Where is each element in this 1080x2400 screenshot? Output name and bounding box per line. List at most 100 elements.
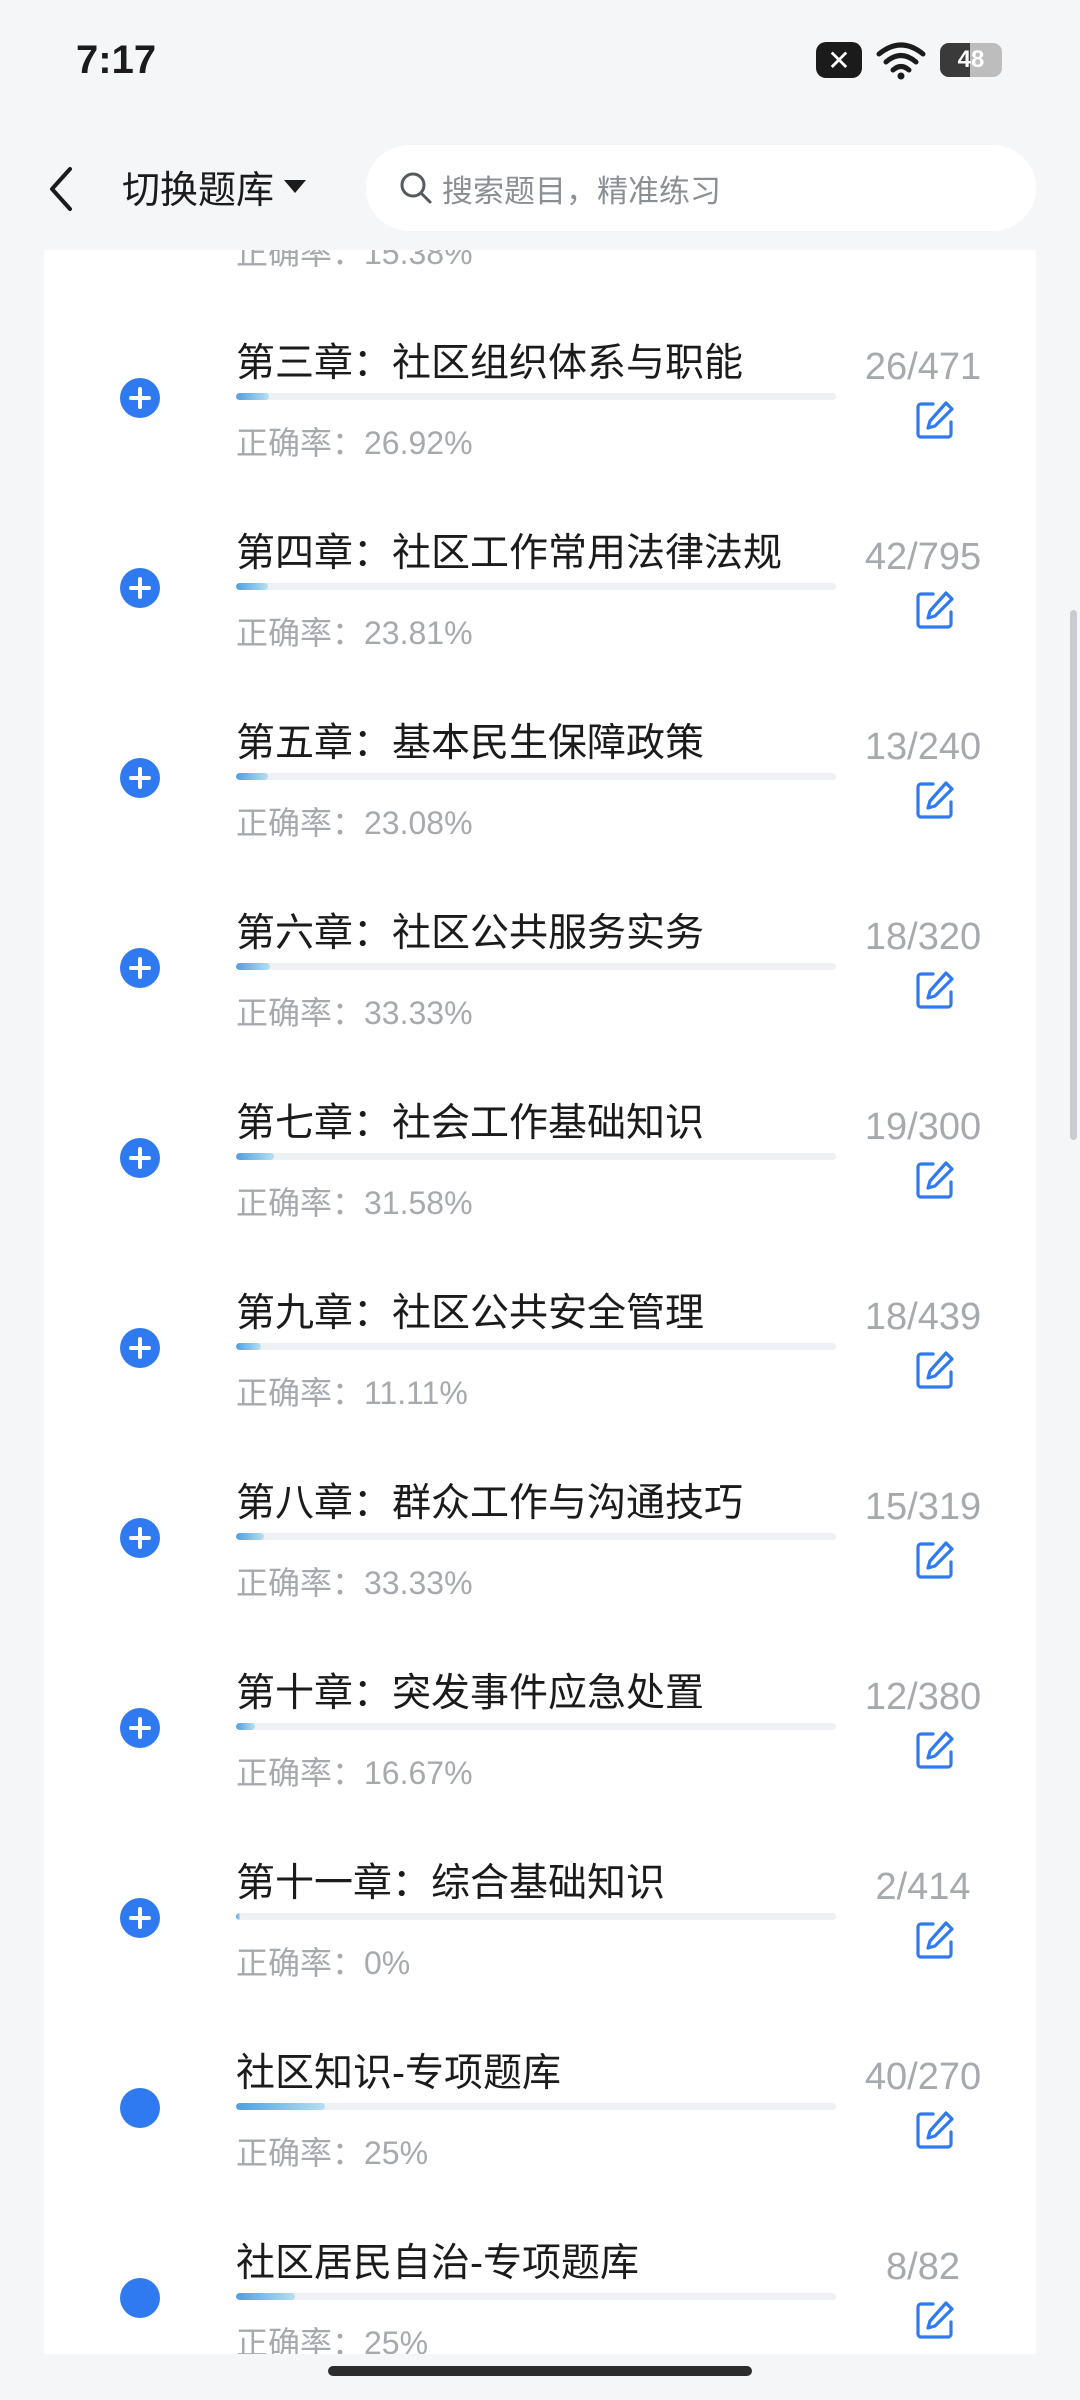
answered-count: 18/320 (864, 916, 982, 958)
progress-bar (236, 1533, 836, 1540)
search-icon (400, 172, 432, 204)
practice-edit-icon[interactable] (913, 1348, 957, 1392)
chapter-list: 正确率：15.38% 第三章：社区组织体系与职能 正确率：26.92% 26/471 第… (44, 250, 1036, 2354)
accuracy-text: 正确率：16.67% (236, 1755, 473, 1791)
progress-bar (236, 773, 836, 780)
accuracy-text: 正确率：26.92% (236, 425, 473, 461)
battery-icon: 48 (940, 43, 1002, 77)
answered-count: 19/300 (864, 1106, 982, 1148)
status-time: 7:17 (76, 38, 157, 82)
chapter-row[interactable]: 第三章：社区组织体系与职能正确率：26.92% 26/471 (44, 300, 1036, 490)
chapter-title: 第十一章：综合基础知识 (236, 1862, 666, 1905)
expand-plus-icon[interactable] (120, 1708, 160, 1748)
expand-plus-icon[interactable] (120, 758, 160, 798)
accuracy-text: 正确率：31.58% (236, 1185, 473, 1221)
progress-fill (236, 583, 268, 590)
chapter-row[interactable]: 第八章：群众工作与沟通技巧正确率：33.33% 15/319 (44, 1440, 1036, 1630)
answered-count: 15/319 (864, 1486, 982, 1528)
search-input[interactable]: 搜索题目，精准练习 (366, 145, 1036, 231)
progress-fill (236, 773, 269, 780)
back-arrow-icon[interactable] (42, 159, 82, 219)
scrollbar[interactable] (1070, 610, 1077, 1140)
progress-bar (236, 2293, 836, 2300)
accuracy-text: 正确率：33.33% (236, 1565, 473, 1601)
practice-edit-icon[interactable] (913, 1538, 957, 1582)
accuracy-text: 正确率：0% (236, 1945, 411, 1981)
accuracy-text: 正确率：33.33% (236, 995, 473, 1031)
practice-edit-icon[interactable] (913, 2298, 957, 2342)
expand-plus-icon[interactable] (120, 568, 160, 608)
chapter-title: 第七章：社会工作基础知识 (236, 1102, 705, 1145)
progress-bar (236, 1153, 836, 1160)
chapter-title: 第三章：社区组织体系与职能 (236, 342, 744, 385)
practice-edit-icon[interactable] (913, 2108, 957, 2152)
practice-edit-icon[interactable] (913, 1728, 957, 1772)
progress-bar (236, 1343, 836, 1350)
chapter-row[interactable]: 第九章：社区公共安全管理正确率：11.11% 18/439 (44, 1250, 1036, 1440)
home-indicator[interactable] (328, 2366, 752, 2376)
chapter-row[interactable]: 第七章：社会工作基础知识正确率：31.58% 19/300 (44, 1060, 1036, 1250)
answered-count: 12/380 (864, 1676, 982, 1718)
chapter-row[interactable]: 第四章：社区工作常用法律法规 正确率：23.81% 42/795 (44, 490, 1036, 680)
bullet-dot-icon (120, 2278, 160, 2318)
chapter-row[interactable]: 第十章：突发事件应急处置正确率：16.67% 12/380 (44, 1630, 1036, 1820)
chapter-row[interactable]: 第十一章：综合基础知识 正确率：0% 2/414 (44, 1820, 1036, 2010)
progress-fill (236, 1153, 274, 1160)
notification-x-icon: ✕ (816, 42, 862, 78)
progress-bar (236, 963, 836, 970)
accuracy-text: 正确率：11.11% (236, 1375, 468, 1411)
accuracy-text: 正确率：23.81% (236, 615, 473, 651)
progress-bar (236, 583, 836, 590)
answered-count: 42/795 (864, 536, 982, 578)
chapter-title: 第五章：基本民生保障政策 (236, 722, 705, 765)
switch-bank-label: 切换题库 (122, 170, 275, 212)
answered-count: 40/270 (864, 2056, 982, 2098)
answered-count: 8/82 (886, 2246, 960, 2288)
chapter-title: 第八章：群众工作与沟通技巧 (236, 1482, 744, 1525)
progress-fill (236, 393, 269, 400)
expand-plus-icon[interactable] (120, 378, 160, 418)
expand-plus-icon[interactable] (120, 948, 160, 988)
expand-plus-icon[interactable] (120, 1328, 160, 1368)
status-icons: ✕ 48 (816, 40, 1002, 80)
chapter-row[interactable]: 社区知识-专项题库 正确率：25% 40/270 (44, 2010, 1036, 2200)
practice-edit-icon[interactable] (913, 398, 957, 442)
progress-fill (236, 1723, 256, 1730)
caret-down-icon (284, 180, 307, 193)
answered-count: 13/240 (864, 726, 982, 768)
practice-edit-icon[interactable] (913, 1918, 957, 1962)
expand-plus-icon[interactable] (120, 1898, 160, 1938)
chapter-row[interactable]: 第五章：基本民生保障政策 正确率：23.08% 13/240 (44, 680, 1036, 870)
wifi-icon (876, 42, 926, 80)
practice-edit-icon[interactable] (913, 778, 957, 822)
progress-fill (236, 963, 270, 970)
progress-fill (236, 2293, 295, 2300)
practice-edit-icon[interactable] (913, 588, 957, 632)
accuracy-text: 正确率：25% (236, 2135, 429, 2171)
expand-plus-icon[interactable] (120, 1518, 160, 1558)
chapter-row[interactable]: 第六章：社区公共服务实务正确率：33.33% 18/320 (44, 870, 1036, 1060)
status-bar: 7:17 ✕ 48 (0, 0, 1080, 125)
search-placeholder: 搜索题目，精准练习 (442, 173, 721, 209)
progress-fill (236, 1343, 261, 1350)
progress-bar (236, 2103, 836, 2110)
progress-bar (236, 393, 836, 400)
chapter-row[interactable]: 正确率：15.38% (44, 250, 1036, 300)
chapter-title: 第六章：社区公共服务实务 (236, 912, 705, 955)
practice-edit-icon[interactable] (913, 1158, 957, 1202)
practice-edit-icon[interactable] (913, 968, 957, 1012)
answered-count: 26/471 (864, 346, 982, 388)
chapter-title: 第十章：突发事件应急处置 (236, 1672, 705, 1715)
practice-edit-icon[interactable] (913, 250, 957, 252)
chapter-title: 社区居民自治-专项题库 (236, 2242, 639, 2285)
battery-level: 48 (957, 46, 985, 73)
accuracy-text: 正确率：25% (236, 2325, 429, 2354)
answered-count: 18/439 (864, 1296, 982, 1338)
accuracy-text: 正确率：15.38% (236, 250, 473, 271)
expand-plus-icon[interactable] (120, 1138, 160, 1178)
chapter-row[interactable]: 社区居民自治-专项题库正确率：25% 8/82 (44, 2200, 1036, 2354)
chapter-title: 第九章：社区公共安全管理 (236, 1292, 705, 1335)
progress-fill (236, 1533, 265, 1540)
progress-bar (236, 1723, 836, 1730)
switch-bank-dropdown[interactable]: 切换题库 (122, 159, 307, 214)
